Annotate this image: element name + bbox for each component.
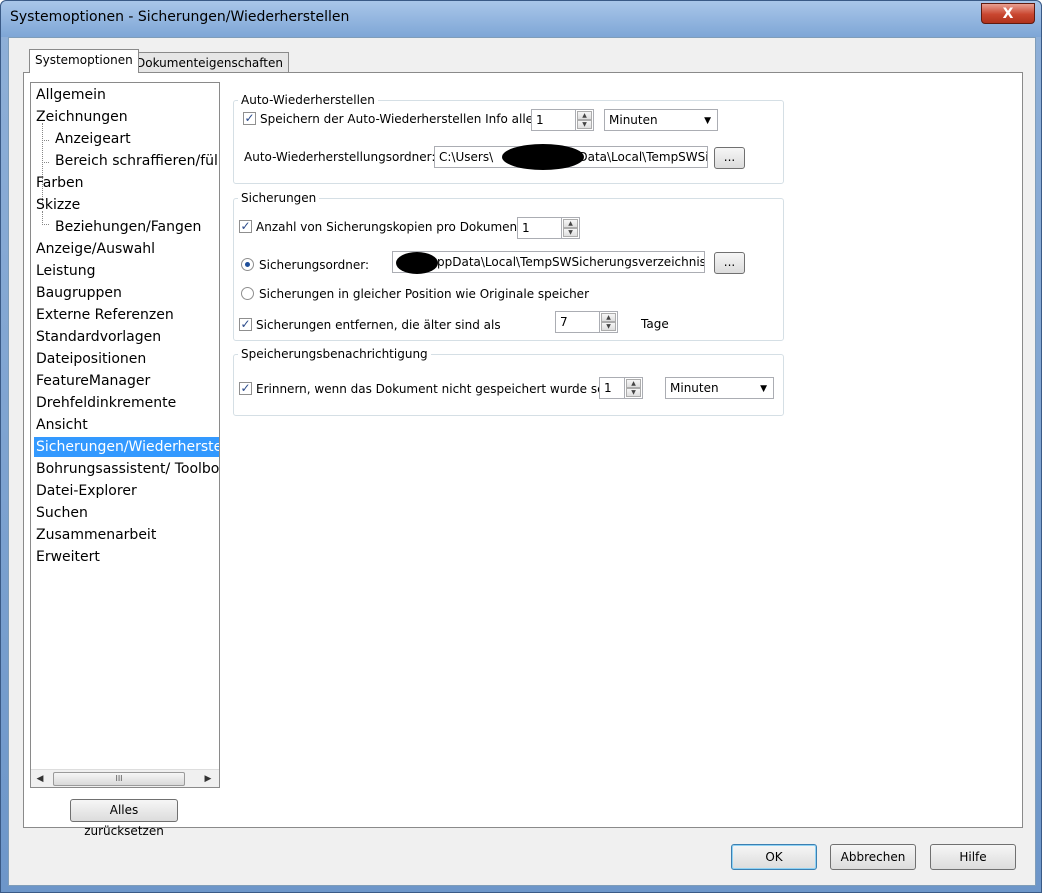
auto-restore-folder-start: C:\Users\ <box>439 150 494 164</box>
tree-item-zusammenarbeit[interactable]: Zusammenarbeit <box>36 525 156 545</box>
spin-up-icon[interactable]: ▲ <box>563 219 578 228</box>
remove-old-backups-checkbox[interactable]: ✓ <box>239 318 252 331</box>
check-icon: ✓ <box>240 317 251 331</box>
scroll-left-icon[interactable]: ◀ <box>33 772 47 786</box>
auto-restore-checkbox[interactable]: ✓ <box>243 112 256 125</box>
reset-all-button[interactable]: Alles zurücksetzen <box>70 799 178 838</box>
dialog-window: Systemoptionen - Sicherungen/Wiederherst… <box>0 0 1042 893</box>
auto-restore-unit-value: Minuten <box>609 113 658 127</box>
remove-old-backups-input[interactable]: 7 <box>555 311 600 333</box>
auto-restore-browse-button[interactable]: ... <box>714 147 745 169</box>
spin-up-icon[interactable]: ▲ <box>626 379 641 388</box>
scroll-grip: III <box>115 774 123 783</box>
tree-item-featuremanager[interactable]: FeatureManager <box>36 371 150 391</box>
tree-item-datei-explorer[interactable]: Datei-Explorer <box>36 481 137 501</box>
auto-restore-interval-input[interactable]: 1 <box>531 109 576 131</box>
window-title: Systemoptionen - Sicherungen/Wiederherst… <box>10 9 350 25</box>
same-position-radio[interactable] <box>241 287 254 300</box>
backup-folder-browse-button[interactable]: ... <box>714 252 745 274</box>
check-icon: ✓ <box>244 111 255 125</box>
tree-item-leistung[interactable]: Leistung <box>36 261 95 281</box>
tree-item-bohrungsassistent[interactable]: Bohrungsassistent/ Toolbox <box>36 459 219 479</box>
remove-old-backups-unit: Tage <box>641 317 669 331</box>
remove-old-backups-spinner[interactable]: ▲ ▼ <box>600 311 618 333</box>
tab-panel: Allgemein Zeichnungen Anzeigeart Bereich… <box>23 72 1023 838</box>
tree-item-beziehungen-fangen[interactable]: Beziehungen/Fangen <box>55 217 201 237</box>
remind-unit-dropdown[interactable]: Minuten ▼ <box>665 377 774 399</box>
backups-group-title: Sicherungen <box>238 191 320 205</box>
spin-down-icon[interactable]: ▼ <box>563 228 578 237</box>
check-icon: ✓ <box>240 219 251 233</box>
scroll-thumb[interactable]: III <box>53 772 185 786</box>
spin-up-icon[interactable]: ▲ <box>577 111 592 120</box>
tree-item-standardvorlagen[interactable]: Standardvorlagen <box>36 327 161 347</box>
tree-item-sicherungen-selected[interactable]: Sicherungen/Wiederherstell <box>34 437 219 457</box>
tree-item-skizze[interactable]: Skizze <box>36 195 80 215</box>
remind-label: Erinnern, wenn das Dokument nicht gespei… <box>256 382 613 396</box>
tree-connector <box>42 140 49 141</box>
backup-folder-input[interactable]: ppData\Local\TempSWSicherungsverzeichnis <box>392 251 705 273</box>
remind-checkbox[interactable]: ✓ <box>239 382 252 395</box>
tree-item-drehfeldinkremente[interactable]: Drehfeldinkremente <box>36 393 176 413</box>
scroll-right-icon[interactable]: ▶ <box>201 772 215 786</box>
auto-restore-group-title: Auto-Wiederherstellen <box>238 93 378 107</box>
title-bar[interactable]: Systemoptionen - Sicherungen/Wiederherst… <box>1 1 1041 37</box>
backup-count-label: Anzahl von Sicherungskopien pro Dokument <box>256 220 522 234</box>
tree-item-baugruppen[interactable]: Baugruppen <box>36 283 122 303</box>
auto-restore-unit-dropdown[interactable]: Minuten ▼ <box>604 109 718 131</box>
cancel-button[interactable]: Abbrechen <box>830 844 916 870</box>
check-icon: ✓ <box>240 381 251 395</box>
tree-item-externe-referenzen[interactable]: Externe Referenzen <box>36 305 174 325</box>
options-tree[interactable]: Allgemein Zeichnungen Anzeigeart Bereich… <box>30 82 220 788</box>
tree-item-zeichnungen[interactable]: Zeichnungen <box>36 107 128 127</box>
spin-down-icon[interactable]: ▼ <box>626 388 641 397</box>
redaction-mark <box>502 144 584 170</box>
spin-down-icon[interactable]: ▼ <box>577 120 592 129</box>
tree-item-ansicht[interactable]: Ansicht <box>36 415 88 435</box>
close-button[interactable]: X <box>981 3 1035 24</box>
dialog-client: Systemoptionen Dokumenteigenschaften All… <box>8 37 1036 886</box>
notification-group-title: Speicherungsbenachrichtigung <box>238 347 431 361</box>
spin-up-icon[interactable]: ▲ <box>601 313 616 322</box>
tab-dokumenteigenschaften[interactable]: Dokumenteigenschaften <box>130 52 289 73</box>
remind-unit-value: Minuten <box>670 381 719 395</box>
chevron-down-icon: ▼ <box>704 116 711 126</box>
tree-item-bereich-schraffieren[interactable]: Bereich schraffieren/fülle <box>55 151 219 171</box>
tree-item-erweitert[interactable]: Erweitert <box>36 547 100 567</box>
radio-dot <box>245 262 250 267</box>
chevron-down-icon: ▼ <box>760 384 767 394</box>
tree-item-dateipositionen[interactable]: Dateipositionen <box>36 349 146 369</box>
auto-restore-folder-end: ppData\Local\TempSWSi <box>563 150 708 164</box>
backup-count-spinner[interactable]: ▲ ▼ <box>562 217 580 239</box>
tree-connector <box>42 224 49 225</box>
backup-folder-label: Sicherungsordner: <box>259 258 369 272</box>
tree-item-anzeige-auswahl[interactable]: Anzeige/Auswahl <box>36 239 155 259</box>
tree-connector <box>42 162 49 163</box>
remind-interval-input[interactable]: 1 <box>599 377 625 399</box>
remove-old-backups-label: Sicherungen entfernen, die älter sind al… <box>256 318 501 332</box>
backup-count-checkbox[interactable]: ✓ <box>239 220 252 233</box>
backup-folder-radio[interactable] <box>241 258 254 271</box>
help-button[interactable]: Hilfe <box>930 844 1016 870</box>
auto-restore-interval-spinner[interactable]: ▲ ▼ <box>576 109 594 131</box>
redaction-mark <box>396 252 438 274</box>
tree-item-farben[interactable]: Farben <box>36 173 83 193</box>
tab-systemoptionen[interactable]: Systemoptionen <box>29 49 139 73</box>
tree-horizontal-scrollbar[interactable]: ◀ III ▶ <box>31 769 219 787</box>
tree-item-suchen[interactable]: Suchen <box>36 503 88 523</box>
close-icon: X <box>1002 6 1014 22</box>
auto-restore-label: Speichern der Auto-Wiederherstellen Info… <box>260 112 538 126</box>
tree-item-allgemein[interactable]: Allgemein <box>36 85 106 105</box>
backup-count-input[interactable]: 1 <box>517 217 562 239</box>
spin-down-icon[interactable]: ▼ <box>601 322 616 331</box>
ok-button[interactable]: OK <box>731 844 817 870</box>
auto-restore-folder-label: Auto-Wiederherstellungsordner: <box>244 150 436 164</box>
same-position-label: Sicherungen in gleicher Position wie Ori… <box>259 287 589 301</box>
tree-item-anzeigeart[interactable]: Anzeigeart <box>55 129 131 149</box>
remind-interval-spinner[interactable]: ▲ ▼ <box>625 377 643 399</box>
